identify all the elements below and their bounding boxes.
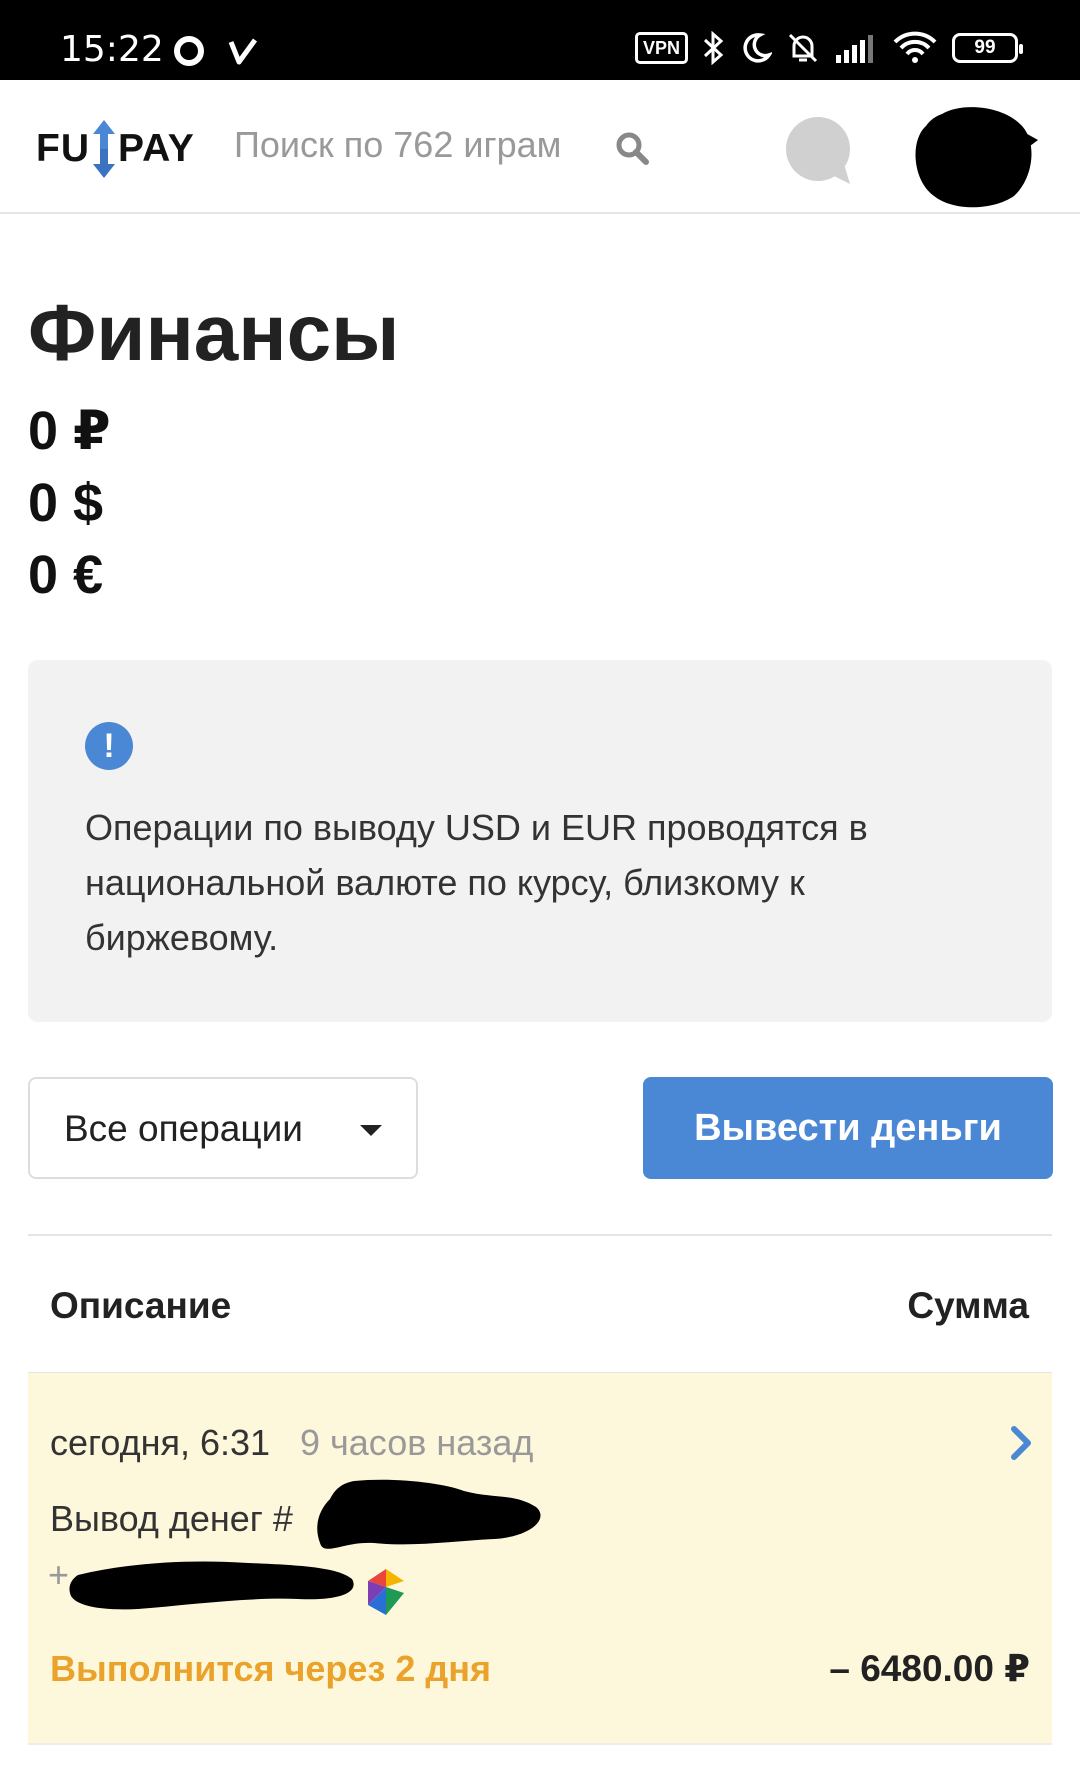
balance-rub: 0 ₽: [28, 401, 111, 461]
chevron-right-icon[interactable]: [1006, 1421, 1036, 1465]
logo-text-right: PAY: [118, 127, 195, 170]
funpay-logo[interactable]: FU PAY: [36, 118, 195, 180]
search-icon[interactable]: [614, 130, 650, 166]
notice-text: Операции по выводу USD и EUR проводятся …: [85, 807, 868, 958]
table-top-divider: [28, 1234, 1052, 1236]
operation-relative-time: 9 часов назад: [300, 1422, 534, 1463]
wifi-icon: [893, 31, 937, 63]
filter-selected-value: Все операции: [64, 1108, 303, 1149]
vpn-badge: VPN: [634, 32, 688, 64]
info-exclamation-icon: !: [85, 722, 133, 770]
balance-usd: 0 $: [28, 473, 104, 533]
payment-system-logo-icon: [368, 1569, 404, 1615]
status-right-icons: VPN 99: [634, 30, 1023, 66]
column-header-amount: Сумма: [907, 1285, 1029, 1326]
battery-indicator: 99: [952, 33, 1023, 63]
caret-down-icon: [360, 1125, 382, 1136]
chat-icon[interactable]: [784, 116, 854, 186]
status-bar: 15:22 VPN 99: [0, 0, 1080, 80]
search-input[interactable]: Поиск по 762 играм: [234, 122, 561, 168]
operation-status: Выполнится через 2 дня: [50, 1648, 491, 1689]
table-row[interactable]: сегодня, 6:31 9 часов назад Вывод денег …: [28, 1373, 1052, 1745]
operations-filter-select[interactable]: Все операции: [28, 1077, 418, 1179]
signal-icon: [836, 35, 873, 63]
check-notification-icon: [228, 38, 258, 65]
redaction-scribble: [317, 1479, 541, 1549]
status-left-icons: [172, 34, 258, 68]
bell-muted-icon: [788, 33, 818, 63]
circle-notification-icon: [174, 36, 204, 66]
account-prefix: +: [48, 1554, 70, 1595]
site-header: FU PAY Поиск по 762 играм: [0, 80, 1080, 214]
balance-eur: 0 €: [28, 545, 104, 605]
page-title: Финансы: [28, 288, 400, 377]
operation-description: Вывод денег #: [50, 1498, 293, 1539]
withdraw-button[interactable]: Вывести деньги: [643, 1077, 1053, 1179]
battery-level: 99: [974, 37, 996, 58]
logo-text-left: FU: [36, 127, 90, 170]
column-header-description: Описание: [50, 1285, 232, 1326]
redaction-scribble: [69, 1561, 354, 1610]
moon-icon: [743, 33, 772, 63]
operation-date: сегодня, 6:31: [50, 1422, 271, 1463]
avatar[interactable]: [902, 100, 1042, 212]
operation-amount: – 6480.00 ₽: [829, 1648, 1030, 1689]
logo-arrows-icon: [93, 120, 115, 178]
bluetooth-icon: [703, 31, 724, 65]
withdrawal-notice: ! Операции по выводу USD и EUR проводятс…: [28, 660, 1052, 1022]
status-time: 15:22: [60, 29, 164, 70]
